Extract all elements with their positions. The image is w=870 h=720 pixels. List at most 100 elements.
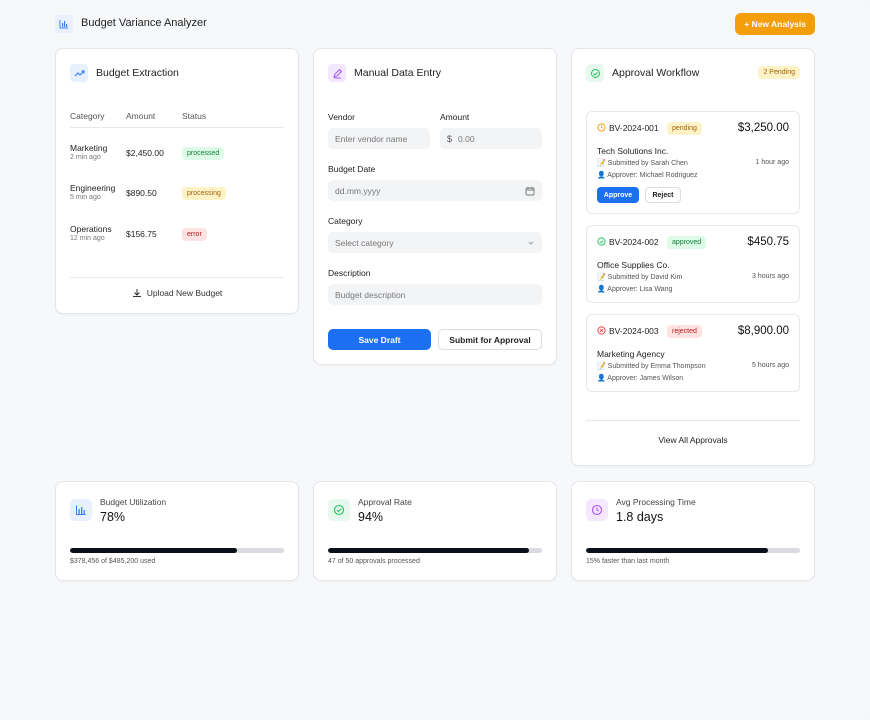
calendar-icon[interactable] (525, 186, 535, 196)
status-badge: rejected (667, 325, 702, 338)
row-category: Engineering (70, 183, 116, 193)
status-badge: processing (182, 187, 226, 200)
submitted-time: 5 hours ago (752, 362, 789, 369)
stat-note: 15% faster than last month (586, 558, 670, 565)
upload-budget-button[interactable]: Upload New Budget (56, 288, 298, 298)
approval-workflow-card: Approval Workflow 2 Pending BV-2024-001 … (571, 48, 815, 466)
approval-rate-card: Approval Rate 94% 47 of 50 approvals pro… (313, 481, 557, 581)
stat-note: 47 of 50 approvals processed (328, 558, 420, 565)
status-badge: processed (182, 147, 225, 160)
clock-icon (586, 499, 608, 521)
stat-label: Approval Rate (358, 497, 412, 507)
approval-item[interactable]: BV-2024-001 pending $3,250.00 Tech Solut… (586, 111, 800, 214)
manual-entry-card: Manual Data Entry Vendor Enter vendor na… (313, 48, 557, 365)
progress-bar (328, 548, 542, 553)
approval-amount: $8,900.00 (737, 325, 789, 337)
user-icon: 👤 (597, 172, 608, 179)
card-header: Approval Workflow (586, 64, 699, 82)
approval-amount: $450.75 (747, 236, 789, 248)
stat-value: 78% (100, 510, 126, 524)
amount-placeholder: 0.00 (458, 133, 475, 144)
approval-item[interactable]: BV-2024-002 approved $450.75 Office Supp… (586, 225, 800, 303)
approval-id: BV-2024-001 (609, 123, 659, 133)
column-header: Status (182, 111, 207, 121)
submitted-text: Submitted by Sarah Chen (607, 160, 688, 167)
check-circle-icon (586, 64, 604, 82)
date-placeholder: dd.mm.yyyy (335, 185, 381, 196)
document-icon: 📝 (597, 363, 608, 370)
clock-icon (597, 123, 606, 132)
approve-button[interactable]: Approve (597, 187, 639, 203)
company-name: Tech Solutions Inc. (597, 146, 669, 156)
user-icon: 👤 (597, 286, 608, 293)
budget-extraction-card: Budget Extraction Category Amount Status… (55, 48, 299, 314)
progress-fill (70, 548, 237, 553)
submit-approval-button[interactable]: Submit for Approval (438, 329, 542, 350)
approver: 👤 Approver: James Wilson (597, 374, 683, 382)
dollar-icon: $ (447, 133, 453, 144)
processing-time-card: Avg Processing Time 1.8 days 15% faster … (571, 481, 815, 581)
description-textarea[interactable]: Budget description (328, 284, 542, 305)
description-placeholder: Budget description (335, 289, 406, 300)
status-badge: pending (667, 122, 702, 135)
progress-fill (328, 548, 530, 553)
date-input[interactable]: dd.mm.yyyy (328, 180, 542, 201)
card-header: Manual Data Entry (328, 64, 441, 82)
card-title: Manual Data Entry (354, 67, 441, 79)
approver-text: Approver: James Wilson (607, 375, 684, 382)
submitted-text: Submitted by David Kim (607, 274, 683, 281)
new-analysis-button[interactable]: + New Analysis (735, 13, 815, 35)
stat-value: 94% (358, 510, 384, 524)
card-header: Budget Extraction (70, 64, 179, 82)
app-frame: Budget Variance Analyzer + New Analysis … (0, 0, 870, 720)
row-time: 2 min ago (70, 154, 101, 161)
column-header: Category (70, 111, 105, 121)
amount-input[interactable]: $ 0.00 (440, 128, 542, 149)
budget-utilization-card: Budget Utilization 78% $378,456 of $485,… (55, 481, 299, 581)
approver: 👤 Approver: Michael Rodriguez (597, 171, 698, 179)
row-amount: $156.75 (126, 229, 157, 239)
progress-bar (586, 548, 800, 553)
progress-fill (586, 548, 768, 553)
column-header: Amount (126, 111, 156, 121)
upload-label: Upload New Budget (146, 288, 223, 298)
table-row[interactable]: Engineering 5 min ago $890.50 processing (70, 183, 284, 209)
status-badge: error (182, 228, 207, 241)
save-draft-button[interactable]: Save Draft (328, 329, 431, 350)
row-time: 12 min ago (70, 235, 105, 242)
table-header: Category Amount Status (70, 111, 284, 128)
progress-bar (70, 548, 284, 553)
category-placeholder: Select category (335, 237, 394, 248)
bar-chart-icon (55, 15, 73, 33)
category-select[interactable]: Select category (328, 232, 542, 253)
status-badge: approved (667, 236, 707, 249)
row-category: Marketing (70, 143, 108, 153)
row-amount: $890.50 (126, 188, 157, 198)
upload-icon (132, 289, 141, 297)
row-amount: $2,450.00 (126, 148, 164, 158)
approval-amount: $3,250.00 (737, 122, 789, 134)
reject-button[interactable]: Reject (645, 187, 681, 203)
user-icon: 👤 (597, 375, 608, 382)
submitted-text: Submitted by Emma Thompson (607, 363, 706, 370)
table-row[interactable]: Operations 12 min ago $156.75 error (70, 224, 284, 250)
view-all-approvals-link[interactable]: View All Approvals (572, 435, 814, 445)
divider (70, 277, 284, 278)
stat-label: Avg Processing Time (616, 497, 696, 507)
description-label: Description (328, 268, 371, 278)
pending-count-badge: 2 Pending (758, 66, 800, 79)
approver: 👤 Approver: Lisa Wang (597, 285, 672, 293)
app-title: Budget Variance Analyzer (81, 17, 207, 29)
table-row[interactable]: Marketing 2 min ago $2,450.00 processed (70, 143, 284, 169)
vendor-label: Vendor (328, 112, 355, 122)
approval-item[interactable]: BV-2024-003 rejected $8,900.00 Marketing… (586, 314, 800, 392)
company-name: Office Supplies Co. (597, 260, 670, 270)
card-title: Approval Workflow (612, 67, 700, 79)
vendor-placeholder: Enter vendor name (335, 133, 408, 144)
stat-value: 1.8 days (616, 510, 664, 524)
amount-label: Amount (440, 112, 470, 122)
pencil-icon (328, 64, 346, 82)
approval-id: BV-2024-003 (609, 326, 659, 336)
vendor-input[interactable]: Enter vendor name (328, 128, 430, 149)
stat-note: $378,456 of $485,200 used (70, 558, 156, 565)
